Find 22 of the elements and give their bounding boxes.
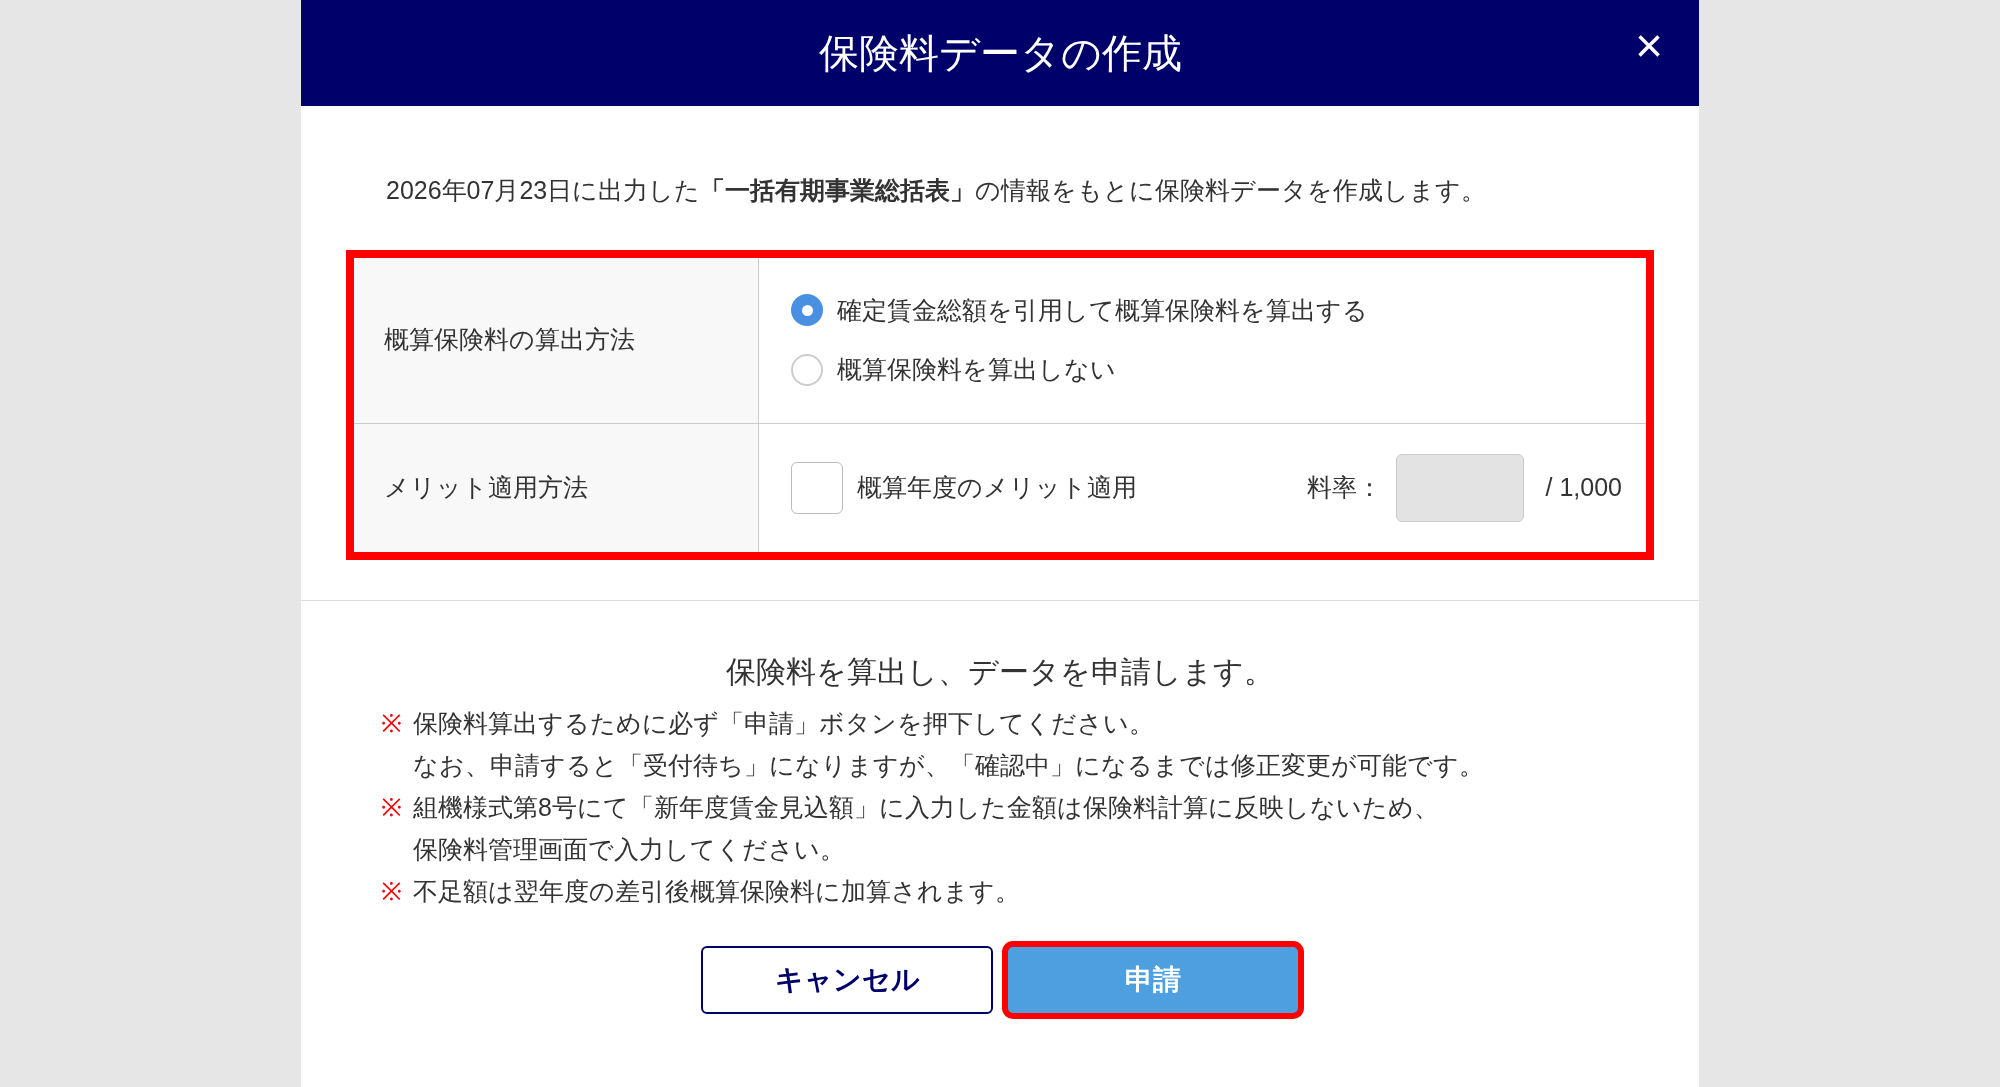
cancel-button[interactable]: キャンセル: [701, 945, 993, 1014]
note-mark: ※: [381, 791, 403, 823]
note-text: 保険料算出するために必ず「申請」ボタンを押下してください。: [413, 707, 1155, 739]
radio-icon: [791, 353, 823, 386]
note-mark: ※: [381, 707, 403, 739]
radio-option[interactable]: 概算保険料を算出しない: [791, 351, 1368, 389]
checkbox-option[interactable]: 概算年度のメリット適用: [791, 461, 1137, 514]
row-label-cell: 概算保険料の算出方法: [354, 257, 759, 423]
intro-text: 2026年07月23日に出力した「一括有期事業総括表」の情報をもとに保険料データを作成します。: [385, 175, 1488, 206]
footer-heading: 保険料を算出し、データを申請します。: [726, 653, 1274, 690]
note-mark: ※: [381, 875, 403, 907]
note-text: なお、申請すると「受付待ち」になりますが、「確認中」になるまでは修正変更が可能です。: [413, 749, 1484, 781]
radio-option[interactable]: 確定賃金総額を引用して概算保険料を算出する: [791, 291, 1368, 329]
note-text: 不足額は翌年度の差引後概算保険料に加算されます。: [413, 875, 1020, 907]
note-text: 組機様式第8号にて「新年度賃金見込額」に入力した金額は保険料計算に反映しないため、: [413, 791, 1439, 823]
rate-unit: / 1,000: [1545, 471, 1622, 503]
radio-icon: [791, 294, 823, 327]
note-text: 保険料管理画面で入力してください。: [413, 833, 846, 865]
dialog-title: 保険料データの作成: [818, 30, 1182, 77]
rate-label: 料率：: [1306, 471, 1382, 503]
close-button[interactable]: ×: [1634, 22, 1663, 70]
row-label-cell: メリット適用方法: [354, 423, 759, 552]
